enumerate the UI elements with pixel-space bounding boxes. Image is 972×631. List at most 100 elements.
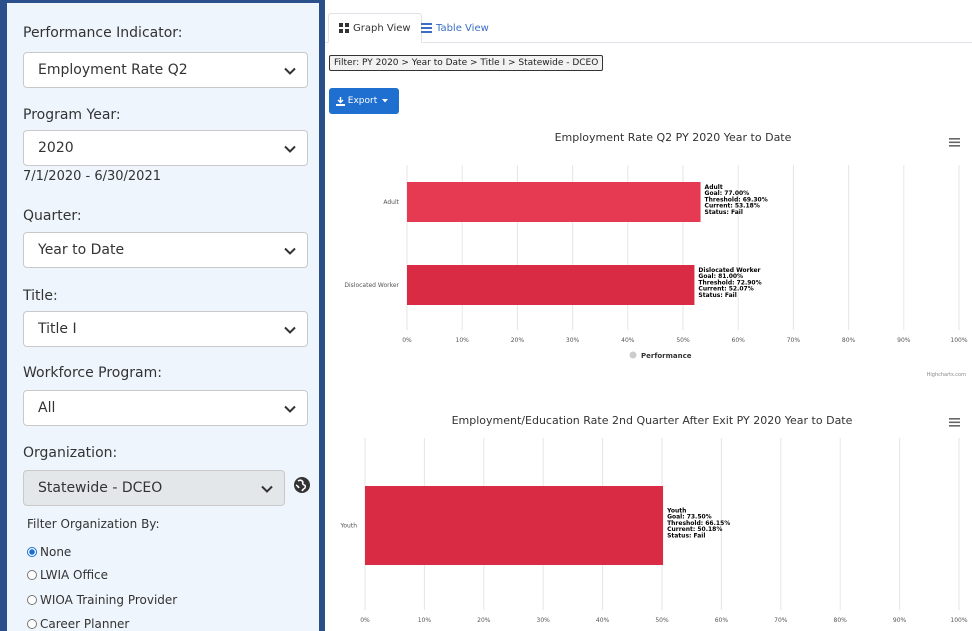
radio-lwia-office[interactable]: LWIA Office [27,568,108,582]
x-tick-label: 80% [842,337,856,344]
export-label: Export [347,96,378,106]
tab-table-view-label: Table View [436,22,489,34]
chart-employment-rate-svg: Employment Rate Q2 PY 2020 Year to Date 0… [344,131,967,378]
tab-table-view[interactable]: Table View [411,13,499,43]
filter-organization-label: Filter Organization By: [27,517,160,531]
x-tick-label: 80% [834,617,848,624]
x-tick-label: 70% [787,337,801,344]
page: Performance Indicator: Employment Rate Q… [0,0,972,631]
x-tick-label: 50% [655,617,669,624]
organization-label: Organization: [23,445,118,461]
workforce-program-select[interactable]: All [23,390,308,426]
view-tabs: Graph View Table View [325,13,972,43]
download-icon [335,96,345,106]
chart-credits: Highcharts.com [927,372,966,378]
program-year-label: Program Year: [23,107,121,123]
workforce-program-label: Workforce Program: [23,365,162,381]
chart-menu-icon-bar [949,145,960,147]
chart-title: Employment Rate Q2 PY 2020 Year to Date [555,131,792,144]
chevron-down-icon [261,485,273,493]
radio-none-dot[interactable] [27,547,37,557]
list-icon [421,23,432,33]
x-tick-label: 0% [402,337,412,344]
performance-indicator-label: Performance Indicator: [23,25,183,41]
x-tick-label: 20% [511,337,525,344]
radio-lwia-office-label: LWIA Office [40,568,109,582]
chart-menu-icon-bar [949,418,960,420]
chart-menu-icon-bar [949,138,960,140]
chart-employment-education-rate-svg: Employment/Education Rate 2nd Quarter Af… [340,414,968,624]
chart-title: Employment/Education Rate 2nd Quarter Af… [452,414,853,427]
chevron-down-icon [284,247,296,255]
x-tick-label: 10% [418,617,432,624]
x-tick-label: 90% [897,337,911,344]
x-tick-label: 90% [893,617,907,624]
program-year-value: 2020 [38,140,74,156]
organization-select[interactable]: Statewide - DCEO [23,470,285,506]
category-label: Adult [383,199,399,206]
x-tick-label: 30% [566,337,580,344]
radio-career-planner[interactable]: Career Planner [27,617,129,631]
chevron-down-icon [284,405,296,413]
bar-youth [365,486,664,565]
category-label: Youth [340,523,358,530]
category-label: Dislocated Worker [344,282,399,289]
organization-value: Statewide - DCEO [38,480,163,496]
x-tick-label: 50% [676,337,690,344]
radio-wioa-dot[interactable] [27,595,37,605]
radio-lwia-office-dot[interactable] [27,570,37,580]
x-tick-label: 20% [477,617,491,624]
data-label-line: Status: Fail [667,532,705,539]
export-button[interactable]: Export [329,88,399,114]
x-tick-label: 70% [774,617,788,624]
quarter-value: Year to Date [38,242,125,258]
radio-wioa-training-provider[interactable]: WIOA Training Provider [27,593,177,607]
bar-adult [407,182,701,222]
chart-employment-education-rate: Employment/Education Rate 2nd Quarter Af… [325,405,972,631]
legend-marker [629,351,637,359]
chevron-down-icon [284,326,296,334]
chart-menu-icon-bar [949,421,960,424]
x-tick-label: 30% [537,617,551,624]
x-tick-label: 60% [732,337,746,344]
x-tick-label: 40% [596,617,610,624]
legend-label: Performance [641,352,692,360]
x-tick-label: 0% [360,617,370,624]
radio-none[interactable]: None [27,545,71,559]
radio-career-planner-label: Career Planner [40,617,130,631]
chart-menu-icon[interactable] [949,418,960,427]
chevron-down-icon [284,145,296,153]
x-tick-label: 40% [621,337,635,344]
radio-career-planner-dot[interactable] [27,619,37,629]
x-tick-label: 10% [456,337,470,344]
x-tick-label: 100% [950,617,967,624]
filter-sidebar: Performance Indicator: Employment Rate Q… [0,0,325,631]
data-label-line: Status: Fail [705,209,743,216]
x-tick-label: 60% [715,617,729,624]
program-year-select[interactable]: 2020 [23,130,308,166]
chart-menu-icon[interactable] [949,138,960,147]
globe-icon[interactable] [293,476,311,494]
quarter-select[interactable]: Year to Date [23,232,308,268]
data-label-line: Status: Fail [698,292,736,299]
chart-menu-icon-bar [949,141,960,144]
quarter-label: Quarter: [23,208,82,224]
bar-dislocated-worker [407,265,695,305]
tab-graph-view[interactable]: Graph View [328,13,422,43]
filter-breadcrumb: Filter: PY 2020 > Year to Date > Title I… [329,55,604,71]
radio-wioa-label: WIOA Training Provider [40,593,178,607]
performance-indicator-select[interactable]: Employment Rate Q2 [23,52,308,88]
title-select[interactable]: Title I [23,311,308,347]
workforce-program-value: All [38,400,56,416]
title-label: Title: [23,288,58,304]
x-tick-label: 100% [950,337,967,344]
chart-menu-icon-bar [949,425,960,427]
title-value: Title I [38,321,77,337]
radio-none-label: None [40,545,72,559]
tab-graph-view-label: Graph View [353,22,411,34]
program-year-dates: 7/1/2020 - 6/30/2021 [23,169,161,184]
performance-indicator-value: Employment Rate Q2 [38,62,188,78]
grid-icon [339,23,349,33]
caret-down-icon [382,99,389,103]
chevron-down-icon [284,67,296,75]
